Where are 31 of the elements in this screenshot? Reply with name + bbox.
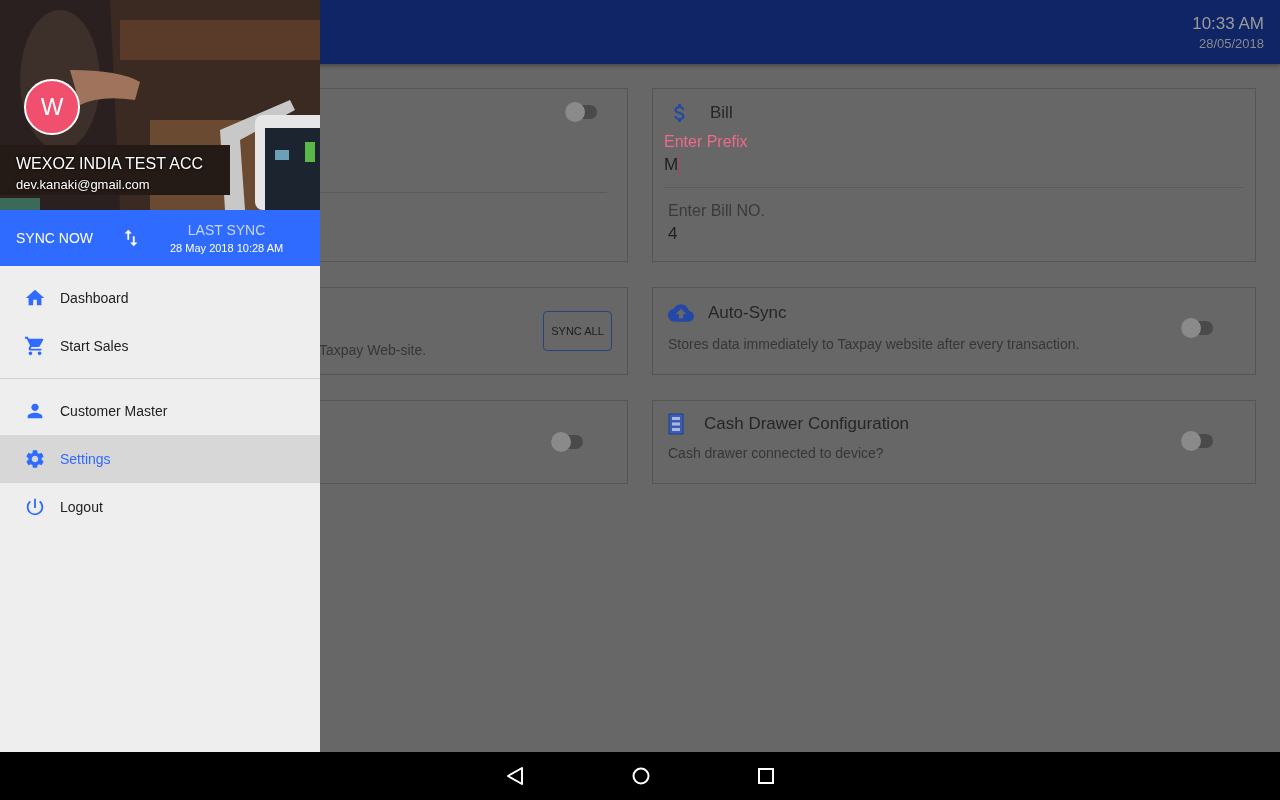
toggle-switch[interactable] bbox=[1181, 321, 1213, 335]
sync-all-button[interactable]: SYNC ALL bbox=[543, 311, 612, 351]
toggle-switch[interactable] bbox=[1181, 434, 1213, 448]
power-icon bbox=[24, 496, 46, 518]
menu-item[interactable]: Start Sales bbox=[0, 322, 320, 370]
cabinet-icon bbox=[668, 413, 684, 435]
account-name: WEXOZ INDIA TEST ACC bbox=[16, 155, 203, 173]
cart-icon bbox=[24, 335, 46, 357]
card-title: Cash Drawer Configuration bbox=[704, 414, 910, 434]
menu-item[interactable]: Logout bbox=[0, 483, 320, 531]
toggle-switch[interactable] bbox=[551, 435, 583, 449]
card-title: Auto-Sync bbox=[708, 303, 787, 323]
text-field[interactable]: Enter Prefix M bbox=[664, 125, 1244, 188]
field-label: Enter Prefix bbox=[664, 133, 749, 151]
date-text: 28/05/2018 bbox=[1198, 35, 1264, 51]
field-value: 4 bbox=[668, 224, 679, 244]
sync-now-button[interactable]: SYNC NOW bbox=[16, 230, 120, 246]
account-email: dev.kanaki@gmail.com bbox=[16, 177, 151, 192]
menu-item[interactable]: Customer Master bbox=[0, 387, 320, 435]
recents-icon[interactable] bbox=[758, 768, 774, 784]
back-icon[interactable] bbox=[506, 766, 524, 786]
settings-icon bbox=[24, 448, 46, 470]
menu-item[interactable]: Settings bbox=[0, 435, 320, 483]
toggle-switch[interactable] bbox=[565, 105, 597, 119]
time-text: 10:33 AM bbox=[1192, 13, 1264, 34]
card-title: Bill bbox=[710, 103, 733, 123]
home-circle-icon[interactable] bbox=[632, 767, 650, 785]
field-value: M bbox=[664, 155, 681, 175]
last-sync-time: 28 May 2018 10:28 AM bbox=[170, 242, 284, 254]
menu-item[interactable]: Dashboard bbox=[0, 274, 320, 322]
last-sync-label: LAST SYNC bbox=[187, 222, 266, 238]
